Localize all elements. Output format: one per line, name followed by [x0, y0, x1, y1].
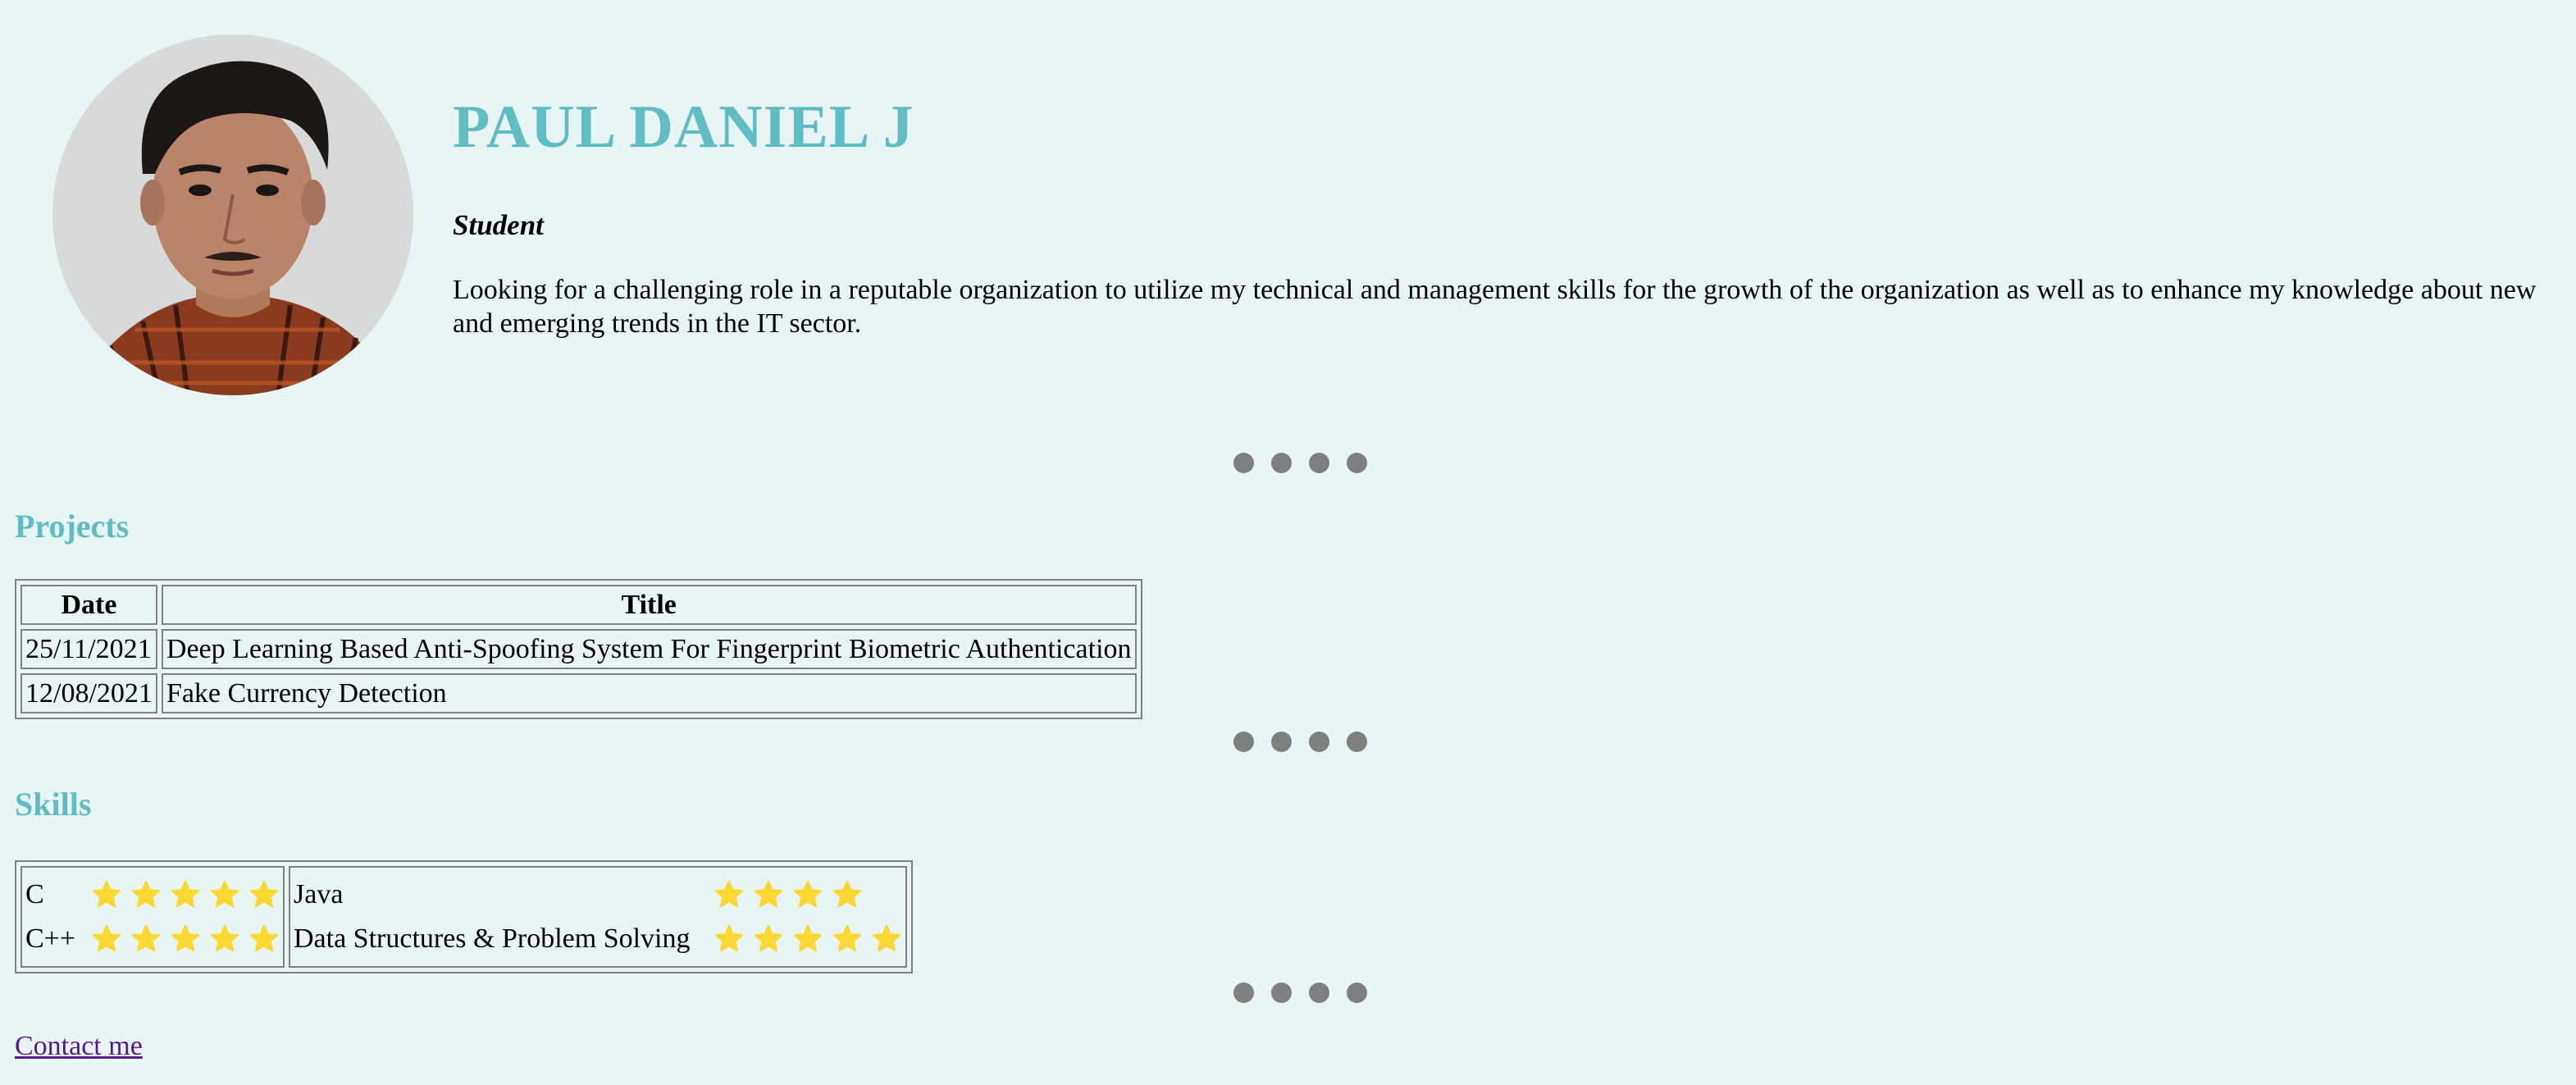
skill-item: C — [25, 873, 280, 917]
star-icon — [753, 923, 784, 955]
star-icon — [170, 923, 201, 955]
skills-table: C C++ Java Data Structures & Problem Sol… — [15, 860, 913, 973]
profile-photo — [52, 34, 413, 395]
dot-icon — [1271, 453, 1292, 473]
star-icon — [792, 923, 823, 955]
separator-3 — [0, 982, 2576, 1007]
dot-icon — [1271, 732, 1292, 752]
profile-header: PAUL DANIEL J Student Looking for a chal… — [0, 0, 2576, 410]
dot-icon — [1347, 982, 1367, 1003]
skills-row: C C++ Java Data Structures & Problem Sol… — [21, 866, 907, 968]
table-row: 12/08/2021 Fake Currency Detection — [21, 673, 1137, 713]
table-row: 25/11/2021 Deep Learning Based Anti-Spoo… — [21, 629, 1137, 669]
project-title: Deep Learning Based Anti-Spoofing System… — [161, 629, 1137, 669]
skill-name: C++ — [25, 923, 76, 954]
project-date: 25/11/2021 — [21, 629, 157, 669]
star-icon — [130, 923, 162, 955]
projects-heading: Projects — [15, 508, 130, 545]
skill-name: Data Structures & Problem Solving — [294, 923, 691, 954]
profile-name: PAUL DANIEL J — [453, 93, 914, 161]
star-icon — [130, 879, 162, 910]
star-icon — [714, 923, 745, 955]
star-icon — [714, 879, 745, 910]
skills-column-right: Java Data Structures & Problem Solving — [289, 866, 907, 968]
profile-summary: Looking for a challenging role in a repu… — [453, 275, 2537, 339]
dot-icon — [1233, 453, 1254, 473]
dot-icon — [1233, 982, 1254, 1003]
star-icon — [792, 879, 823, 910]
star-icon — [209, 879, 240, 910]
separator-2 — [0, 732, 2576, 756]
dot-icon — [1233, 732, 1254, 752]
star-icon — [832, 923, 863, 955]
star-icon — [91, 923, 122, 955]
star-icon — [832, 879, 863, 910]
skill-rating — [714, 879, 863, 910]
skill-item: Java — [294, 873, 902, 917]
star-icon — [209, 923, 240, 955]
separator-1 — [0, 453, 2576, 477]
table-header-row: Date Title — [21, 585, 1137, 625]
star-icon — [871, 923, 902, 955]
dot-icon — [1271, 982, 1292, 1003]
profile-role: Student — [453, 209, 544, 241]
profile-photo-image — [52, 34, 413, 395]
star-icon — [248, 923, 280, 955]
project-date: 12/08/2021 — [21, 673, 157, 713]
star-icon — [248, 879, 280, 910]
star-icon — [91, 879, 122, 910]
dot-icon — [1309, 732, 1329, 752]
dot-icon — [1347, 453, 1367, 473]
dot-icon — [1309, 453, 1329, 473]
star-icon — [753, 879, 784, 910]
skill-name: C — [25, 879, 44, 909]
skill-name: Java — [294, 879, 344, 909]
title-column-header: Title — [161, 585, 1137, 625]
skills-heading: Skills — [15, 786, 92, 823]
skill-item: C++ — [25, 917, 280, 961]
projects-table: Date Title 25/11/2021 Deep Learning Base… — [15, 579, 1142, 719]
skill-rating — [714, 923, 902, 955]
star-icon — [170, 879, 201, 910]
skill-rating — [91, 879, 280, 910]
skill-item: Data Structures & Problem Solving — [294, 917, 902, 961]
dot-icon — [1347, 732, 1367, 752]
date-column-header: Date — [21, 585, 157, 625]
project-title: Fake Currency Detection — [161, 673, 1137, 713]
skill-rating — [91, 923, 280, 955]
dot-icon — [1309, 982, 1329, 1003]
contact-link[interactable]: Contact me — [15, 1031, 143, 1062]
skills-column-left: C C++ — [21, 866, 285, 968]
